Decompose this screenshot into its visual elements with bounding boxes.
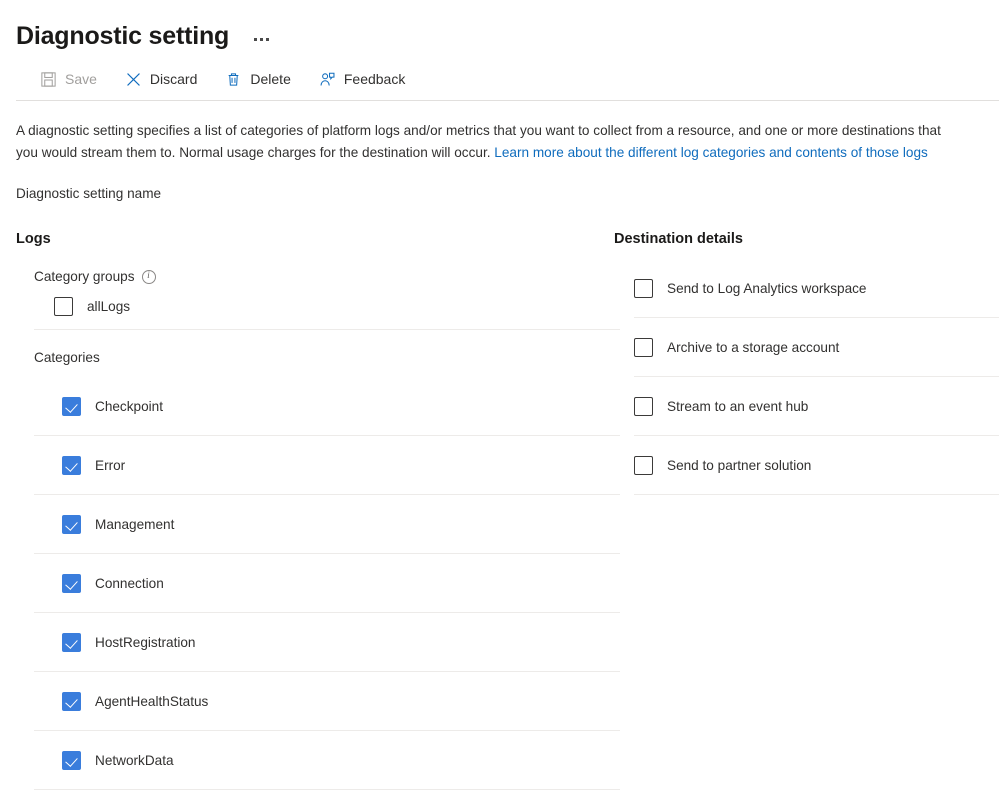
- page-header: Diagnostic setting: [0, 0, 999, 58]
- checkbox-row-partner-solution[interactable]: Send to partner solution: [614, 436, 999, 494]
- checkbox-label-networkdata: NetworkData: [95, 753, 174, 768]
- checkbox-label-agenthealthstatus: AgentHealthStatus: [95, 694, 208, 709]
- checkbox-hostregistration[interactable]: [62, 633, 81, 652]
- checkbox-label-error: Error: [95, 458, 125, 473]
- checkbox-label-partner-solution: Send to partner solution: [667, 458, 811, 473]
- checkbox-allLogs[interactable]: [54, 297, 73, 316]
- ellipsis-dot: [254, 38, 257, 41]
- checkbox-partner-solution[interactable]: [634, 456, 653, 475]
- delete-button[interactable]: Delete: [223, 65, 300, 94]
- checkbox-label-storage-account: Archive to a storage account: [667, 340, 839, 355]
- checkbox-label-connection: Connection: [95, 576, 164, 591]
- divider: [34, 789, 620, 790]
- category-groups-label-row: Category groups i: [34, 269, 614, 284]
- checkbox-agenthealthstatus[interactable]: [62, 692, 81, 711]
- ellipsis-dot: [266, 38, 269, 41]
- logs-section-title: Logs: [16, 231, 614, 247]
- feedback-button-label: Feedback: [344, 71, 405, 87]
- learn-more-link[interactable]: Learn more about the different log categ…: [494, 145, 928, 160]
- destination-section-title: Destination details: [614, 231, 999, 247]
- delete-icon: [225, 71, 242, 88]
- checkbox-label-checkpoint: Checkpoint: [95, 399, 163, 414]
- checkbox-row-checkpoint[interactable]: Checkpoint: [16, 377, 614, 435]
- checkbox-row-agenthealthstatus[interactable]: AgentHealthStatus: [16, 672, 614, 730]
- checkbox-row-networkdata[interactable]: NetworkData: [16, 731, 614, 789]
- checkbox-checkpoint[interactable]: [62, 397, 81, 416]
- checkbox-row-storage-account[interactable]: Archive to a storage account: [614, 318, 999, 376]
- divider: [34, 329, 620, 330]
- destination-section: Destination details Send to Log Analytic…: [614, 231, 999, 790]
- page-title: Diagnostic setting: [16, 21, 229, 51]
- diagnostic-setting-name-label: Diagnostic setting name: [16, 186, 999, 201]
- checkbox-label-event-hub: Stream to an event hub: [667, 399, 808, 414]
- checkbox-row-allLogs[interactable]: allLogs: [16, 284, 614, 329]
- checkbox-storage-account[interactable]: [634, 338, 653, 357]
- delete-button-label: Delete: [250, 71, 290, 87]
- ellipsis-icon[interactable]: [251, 34, 272, 45]
- checkbox-log-analytics[interactable]: [634, 279, 653, 298]
- logs-section: Logs Category groups i allLogs Categorie…: [0, 231, 614, 790]
- feedback-icon: [319, 71, 336, 88]
- feedback-button[interactable]: Feedback: [317, 65, 415, 94]
- categories-label: Categories: [34, 350, 100, 365]
- ellipsis-dot: [260, 38, 263, 41]
- checkbox-connection[interactable]: [62, 574, 81, 593]
- category-groups-label: Category groups: [34, 269, 135, 284]
- save-icon: [40, 71, 57, 88]
- checkbox-label-hostregistration: HostRegistration: [95, 635, 196, 650]
- discard-button-label: Discard: [150, 71, 197, 87]
- discard-button[interactable]: Discard: [123, 65, 207, 94]
- info-icon[interactable]: i: [142, 270, 156, 284]
- divider: [634, 494, 999, 495]
- checkbox-management[interactable]: [62, 515, 81, 534]
- main-content: Logs Category groups i allLogs Categorie…: [0, 231, 999, 790]
- command-toolbar: Save Discard Delete: [16, 58, 999, 101]
- checkbox-row-log-analytics[interactable]: Send to Log Analytics workspace: [614, 259, 999, 317]
- save-button-label: Save: [65, 71, 97, 87]
- discard-icon: [125, 71, 142, 88]
- checkbox-label-allLogs: allLogs: [87, 299, 130, 314]
- checkbox-networkdata[interactable]: [62, 751, 81, 770]
- save-button[interactable]: Save: [38, 65, 107, 94]
- checkbox-row-hostregistration[interactable]: HostRegistration: [16, 613, 614, 671]
- categories-label-row: Categories: [34, 350, 614, 365]
- checkbox-row-management[interactable]: Management: [16, 495, 614, 553]
- checkbox-row-connection[interactable]: Connection: [16, 554, 614, 612]
- checkbox-error[interactable]: [62, 456, 81, 475]
- description-text: A diagnostic setting specifies a list of…: [16, 120, 961, 164]
- checkbox-label-management: Management: [95, 517, 174, 532]
- checkbox-row-event-hub[interactable]: Stream to an event hub: [614, 377, 999, 435]
- checkbox-row-error[interactable]: Error: [16, 436, 614, 494]
- checkbox-event-hub[interactable]: [634, 397, 653, 416]
- checkbox-label-log-analytics: Send to Log Analytics workspace: [667, 281, 867, 296]
